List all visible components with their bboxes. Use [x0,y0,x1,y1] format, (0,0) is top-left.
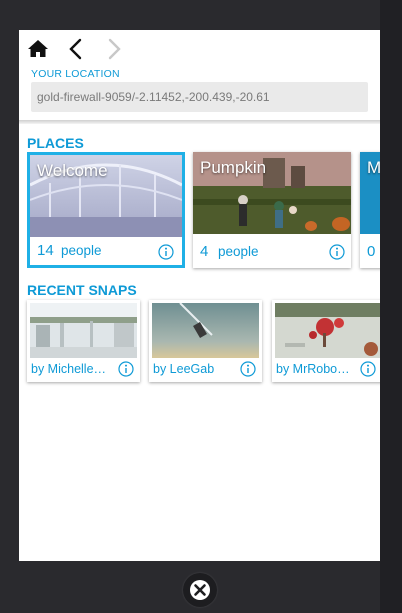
people-label: people [61,243,102,258]
snap-thumbnail [275,303,380,358]
header-divider [19,120,380,124]
place-card-m[interactable]: M 0 [360,152,380,268]
info-icon[interactable] [118,361,134,377]
info-icon[interactable] [329,244,345,260]
people-count: 14 [37,242,54,259]
top-bar: YOUR LOCATION gold-firewall-9059/-2.1145… [19,30,380,120]
home-icon[interactable] [27,38,49,60]
place-name: Pumpkin [200,158,267,177]
place-name: Welcome [37,161,108,180]
window-edge [380,0,402,613]
people-label: people [218,244,259,259]
snap-card[interactable]: by LeeGab [149,300,262,382]
place-footer: 4 people [193,234,351,268]
people-count: 0 [367,243,376,260]
snap-author: by Michelle… [31,362,107,376]
snap-thumbnail [152,303,259,358]
info-icon[interactable] [158,244,174,260]
info-icon[interactable] [360,361,376,377]
info-icon[interactable] [240,361,256,377]
place-card-pumpkin[interactable]: Pumpkin 4 people [193,152,351,268]
close-icon [190,580,210,600]
snap-author: by LeeGab [153,362,215,376]
location-value: gold-firewall-9059/-2.11452,-200.439,-20… [37,90,270,104]
forward-chevron-icon[interactable] [103,38,125,60]
back-chevron-icon[interactable] [65,38,87,60]
snap-card[interactable]: by Michelle… [27,300,140,382]
place-footer: 0 [360,234,380,268]
place-footer: 14 people [30,233,182,265]
snap-card[interactable]: by MrRobo… [272,300,380,382]
location-field[interactable]: gold-firewall-9059/-2.11452,-200.439,-20… [31,82,368,112]
location-label: YOUR LOCATION [31,68,120,80]
places-panel: YOUR LOCATION gold-firewall-9059/-2.1145… [19,30,380,561]
snap-author: by MrRobo… [276,362,350,376]
place-card-welcome[interactable]: Welcome 14 people [27,152,185,268]
snap-thumbnail [30,303,137,358]
place-name: M [367,158,380,177]
people-count: 4 [200,243,209,260]
recent-snaps-title: RECENT SNAPS [27,282,137,298]
places-title: PLACES [27,135,84,151]
close-button[interactable] [183,573,217,607]
